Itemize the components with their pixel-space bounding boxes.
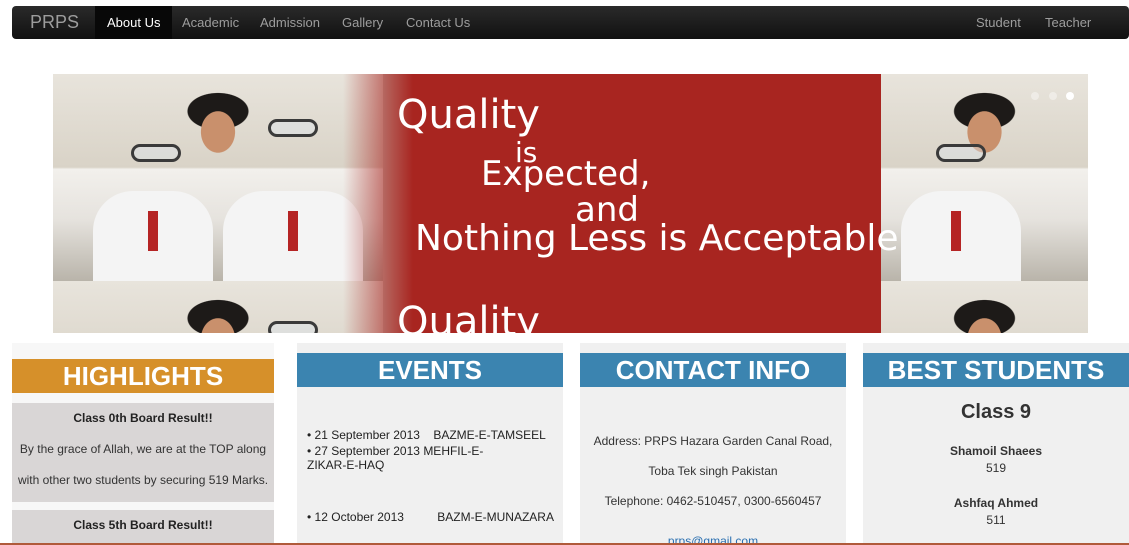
nav-student[interactable]: Student [976,15,1021,30]
student-score: 511 [986,513,1006,527]
list-item: • 12 October 2013 BAZM-E-MUNAZARA [307,510,554,524]
banner-next-slide: Quality [53,281,1088,333]
next-quote-line: Quality [397,299,540,333]
class-label: Class 9 [960,401,1032,423]
students-lab-photo [53,74,383,281]
event-name: BAZME-E-TAMSEEL [433,428,546,442]
highlights-panel: HIGHLIGHTS Class 0th Board Result!! By t… [12,343,274,545]
indicator-dot-3-active[interactable] [1066,92,1074,100]
indicator-dot-1[interactable] [1031,92,1040,100]
events-title: EVENTS [297,353,563,387]
indicator-dot-2[interactable] [1048,92,1057,100]
best-students-panel: BEST STUDENTS Class 9 Shamoil Shaees 519… [863,343,1129,545]
highlight-body-line: with other two students by securing 519 … [17,473,269,487]
nav-academic[interactable]: Academic [182,15,239,30]
carousel-indicators [1026,87,1074,105]
list-item: • 27 September 2013 MEHFIL-E-ZIKAR-E-HAQ [307,444,484,472]
event-date: 27 September 2013 [314,444,420,458]
highlight-heading: Class 0th Board Result!! [73,411,213,425]
telephone-line: Telephone: 0462-510457, 0300-6560457 [604,494,822,508]
nav-gallery[interactable]: Gallery [342,15,383,30]
students-lab-photo-next [53,281,383,333]
highlight-item: Class 5th Board Result!! [12,510,274,545]
nav-about-us[interactable]: About Us [95,6,173,39]
nav-admission[interactable]: Admission [260,15,320,30]
students-lab-photo-next-right [881,281,1088,333]
student-name: Shamoil Shaees [949,444,1043,458]
highlight-body-line: By the grace of Allah, we are at the TOP… [19,442,267,456]
students-lab-photo-right [881,74,1088,281]
address-line: Toba Tek singh Pakistan [648,464,778,478]
highlights-title: HIGHLIGHTS [12,359,274,393]
brand-logo-link[interactable]: PRPS [30,12,79,33]
events-panel: EVENTS • 21 September 2013 BAZME-E-TAMSE… [297,343,563,545]
contact-title: CONTACT INFO [580,353,846,387]
list-item: • 21 September 2013 BAZME-E-TAMSEEL [307,428,546,442]
event-name: BAZM-E-MUNAZARA [437,510,554,524]
address-line: Address: PRPS Hazara Garden Canal Road, [593,434,833,448]
student-name: Ashfaq Ahmed [953,496,1039,510]
quote-line-1: Quality [397,92,540,138]
highlight-item: Class 0th Board Result!! By the grace of… [12,403,274,502]
top-navbar: PRPS About Us Academic Admission Gallery… [12,6,1129,39]
event-date: 12 October 2013 [314,510,404,524]
banner-slide: Quality is Expected, and Nothing Less is… [53,74,1088,281]
quote-line-5: Nothing Less is Acceptable [415,218,899,259]
highlight-heading: Class 5th Board Result!! [73,518,213,532]
nav-teacher[interactable]: Teacher [1045,15,1091,30]
student-score: 519 [985,461,1007,475]
event-date: 21 September 2013 [314,428,420,442]
contact-panel: CONTACT INFO Address: PRPS Hazara Garden… [580,343,846,545]
banner-carousel[interactable]: Quality is Expected, and Nothing Less is… [53,74,1088,333]
nav-contact-us[interactable]: Contact Us [406,15,470,30]
best-students-title: BEST STUDENTS [863,353,1129,387]
quote-line-3: Expected, [481,154,651,194]
